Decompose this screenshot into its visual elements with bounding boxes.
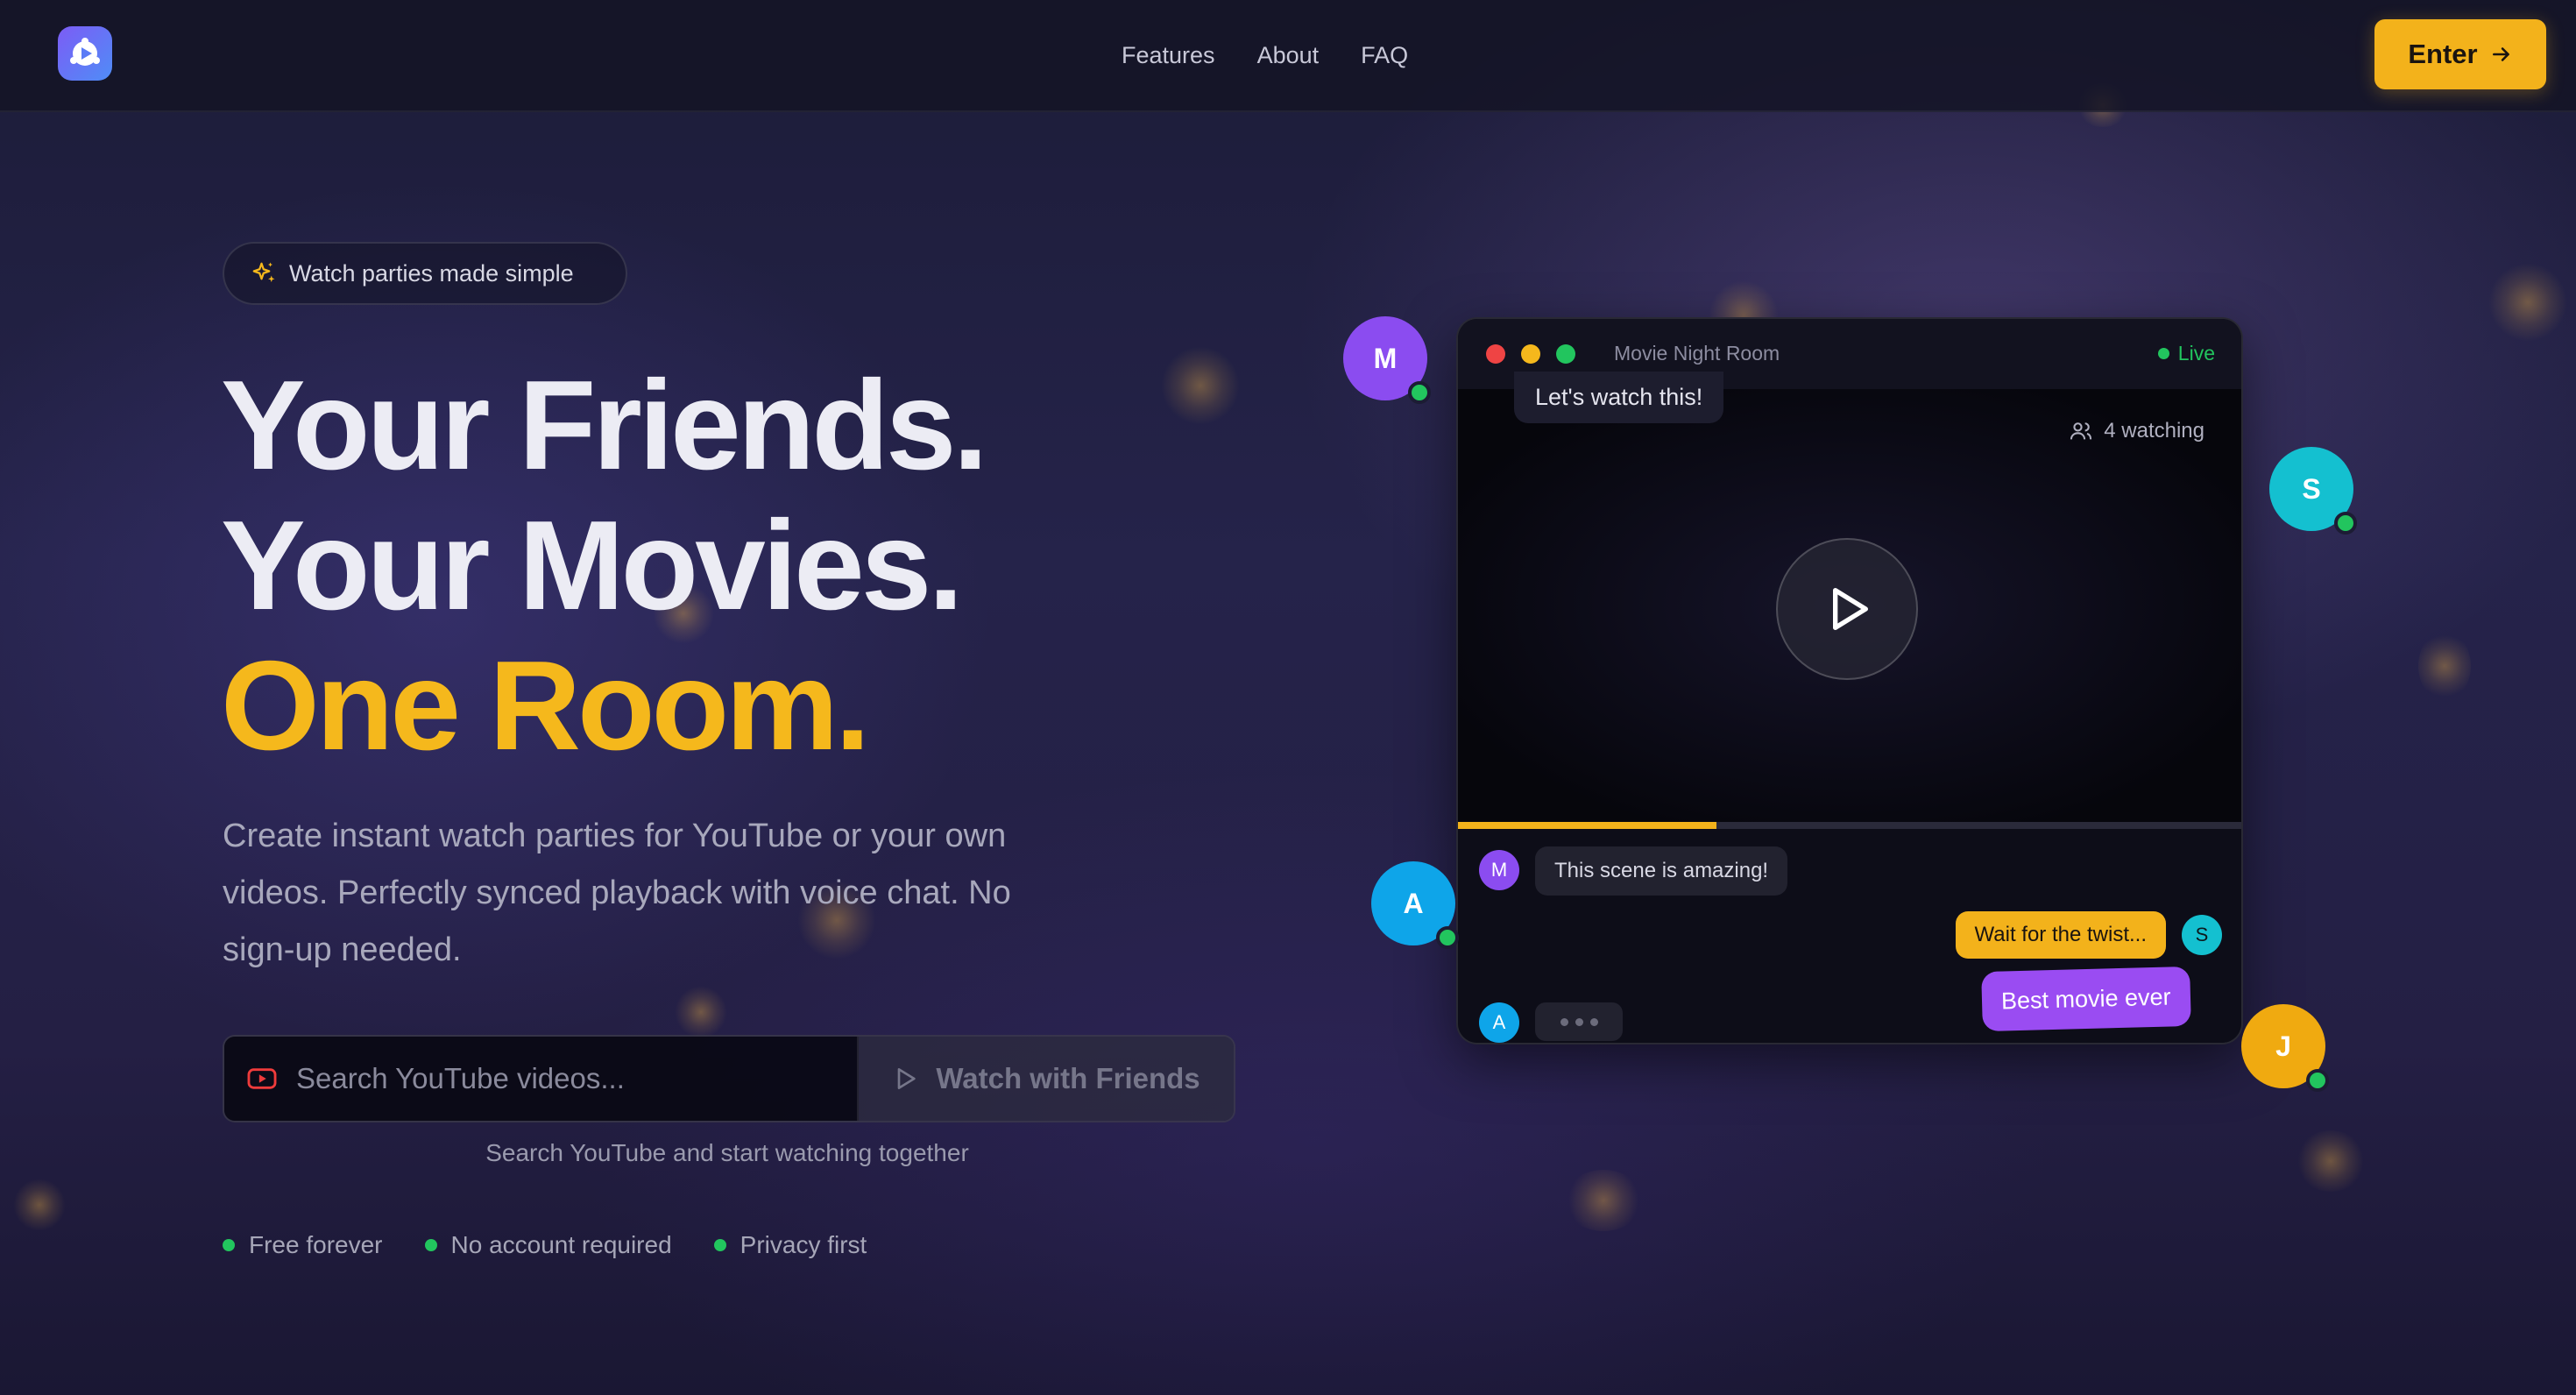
online-status-icon bbox=[1436, 926, 1459, 949]
headline-line-2: Your Movies. bbox=[221, 494, 964, 636]
minimize-dot-icon bbox=[1521, 344, 1540, 364]
bokeh-glow bbox=[1564, 1170, 1643, 1231]
nav-link-faq[interactable]: FAQ bbox=[1361, 42, 1408, 69]
sparkles-icon bbox=[252, 262, 275, 282]
chat-panel: M This scene is amazing! Wait for the tw… bbox=[1458, 829, 2241, 1043]
bokeh-glow bbox=[13, 1179, 66, 1231]
bokeh-glow bbox=[675, 986, 727, 1038]
headline-line-3: One Room. bbox=[221, 634, 870, 776]
nav-link-about[interactable]: About bbox=[1257, 42, 1320, 69]
play-icon bbox=[1833, 588, 1868, 630]
feature-label: Free forever bbox=[249, 1231, 383, 1258]
feature-label: No account required bbox=[450, 1231, 672, 1258]
avatar-initial: S bbox=[2302, 472, 2321, 505]
room-title: Movie Night Room bbox=[1614, 342, 1780, 365]
avatar-initial: J bbox=[2275, 1030, 2291, 1062]
avatar-initial: A bbox=[1403, 887, 1424, 919]
video-play-button[interactable] bbox=[1776, 538, 1918, 680]
feature-item: Privacy first bbox=[713, 1231, 867, 1259]
bokeh-glow bbox=[2488, 263, 2567, 342]
video-progress-fill bbox=[1458, 822, 1717, 829]
floating-avatar: J bbox=[2241, 1004, 2329, 1092]
floating-avatar: S bbox=[2269, 447, 2357, 535]
close-dot-icon bbox=[1486, 344, 1505, 364]
logo-icon bbox=[70, 38, 100, 66]
avatar: A bbox=[1479, 1002, 1519, 1043]
video-area: 4 watching bbox=[1458, 389, 2241, 822]
video-progress-bar[interactable] bbox=[1458, 822, 2241, 829]
watch-button-label: Watch with Friends bbox=[936, 1062, 1200, 1094]
bokeh-glow bbox=[1161, 346, 1240, 425]
floating-avatar: A bbox=[1371, 861, 1459, 949]
maximize-dot-icon bbox=[1556, 344, 1575, 364]
chat-tooltip: Let's watch this! bbox=[1514, 372, 1724, 423]
chat-message: Wait for the twist... bbox=[1955, 911, 2166, 959]
top-navbar: Features About FAQ Enter bbox=[0, 0, 2576, 112]
feature-label: Privacy first bbox=[740, 1231, 867, 1258]
chat-message: Best movie ever bbox=[1981, 966, 2191, 1032]
hero-subtext: Create instant watch parties for YouTube… bbox=[223, 818, 1011, 968]
viewer-count: 4 watching bbox=[2069, 419, 2204, 443]
search-input[interactable] bbox=[294, 1061, 789, 1096]
search-hint: Search YouTube and start watching togeth… bbox=[485, 1139, 969, 1166]
feature-item: Free forever bbox=[223, 1231, 383, 1259]
feature-item: No account required bbox=[424, 1231, 672, 1259]
avatar-initial: M bbox=[1373, 342, 1398, 374]
arrow-right-icon bbox=[2492, 47, 2509, 61]
viewer-count-text: 4 watching bbox=[2104, 419, 2204, 443]
feature-list: Free forever No account required Privacy… bbox=[223, 1231, 867, 1259]
users-icon bbox=[2070, 422, 2092, 440]
nav-link-features[interactable]: Features bbox=[1122, 42, 1215, 69]
app-logo[interactable] bbox=[58, 26, 112, 81]
enter-label: Enter bbox=[2408, 39, 2478, 69]
typing-dot bbox=[1560, 1017, 1568, 1026]
typing-dot bbox=[1575, 1017, 1583, 1026]
search-field bbox=[224, 1037, 859, 1121]
search-form: Watch with Friends bbox=[223, 1035, 1235, 1122]
online-status-icon bbox=[2306, 1069, 2329, 1092]
watch-with-friends-button[interactable]: Watch with Friends bbox=[859, 1037, 1234, 1121]
online-status-icon bbox=[1408, 381, 1431, 404]
live-label: Live bbox=[2177, 342, 2215, 365]
check-dot-icon bbox=[424, 1239, 437, 1251]
hero-headline: Your Friends. Your Movies. One Room. bbox=[221, 354, 988, 776]
live-dot-icon bbox=[2157, 348, 2169, 359]
bokeh-glow bbox=[2418, 631, 2471, 701]
badge-text: Watch parties made simple bbox=[289, 259, 574, 287]
typing-dot bbox=[1589, 1017, 1598, 1026]
hero-badge: Watch parties made simple bbox=[223, 242, 627, 305]
nav-links: Features About FAQ bbox=[1122, 0, 1408, 110]
live-indicator: Live bbox=[2157, 342, 2215, 365]
room-preview-window: Movie Night Room Live Let's watch this! … bbox=[1456, 317, 2243, 1044]
bokeh-glow bbox=[2296, 1130, 2366, 1192]
chat-message: This scene is amazing! bbox=[1535, 846, 1788, 896]
avatar: M bbox=[1479, 850, 1519, 890]
enter-button[interactable]: Enter bbox=[2374, 19, 2546, 89]
avatar: S bbox=[2182, 915, 2222, 955]
online-status-icon bbox=[2334, 512, 2357, 535]
floating-avatar: M bbox=[1343, 316, 1431, 404]
typing-indicator bbox=[1535, 1002, 1623, 1041]
headline-line-1: Your Friends. bbox=[221, 354, 988, 496]
check-dot-icon bbox=[223, 1239, 235, 1251]
check-dot-icon bbox=[713, 1239, 726, 1251]
youtube-icon bbox=[247, 1068, 277, 1089]
play-icon bbox=[898, 1068, 916, 1089]
